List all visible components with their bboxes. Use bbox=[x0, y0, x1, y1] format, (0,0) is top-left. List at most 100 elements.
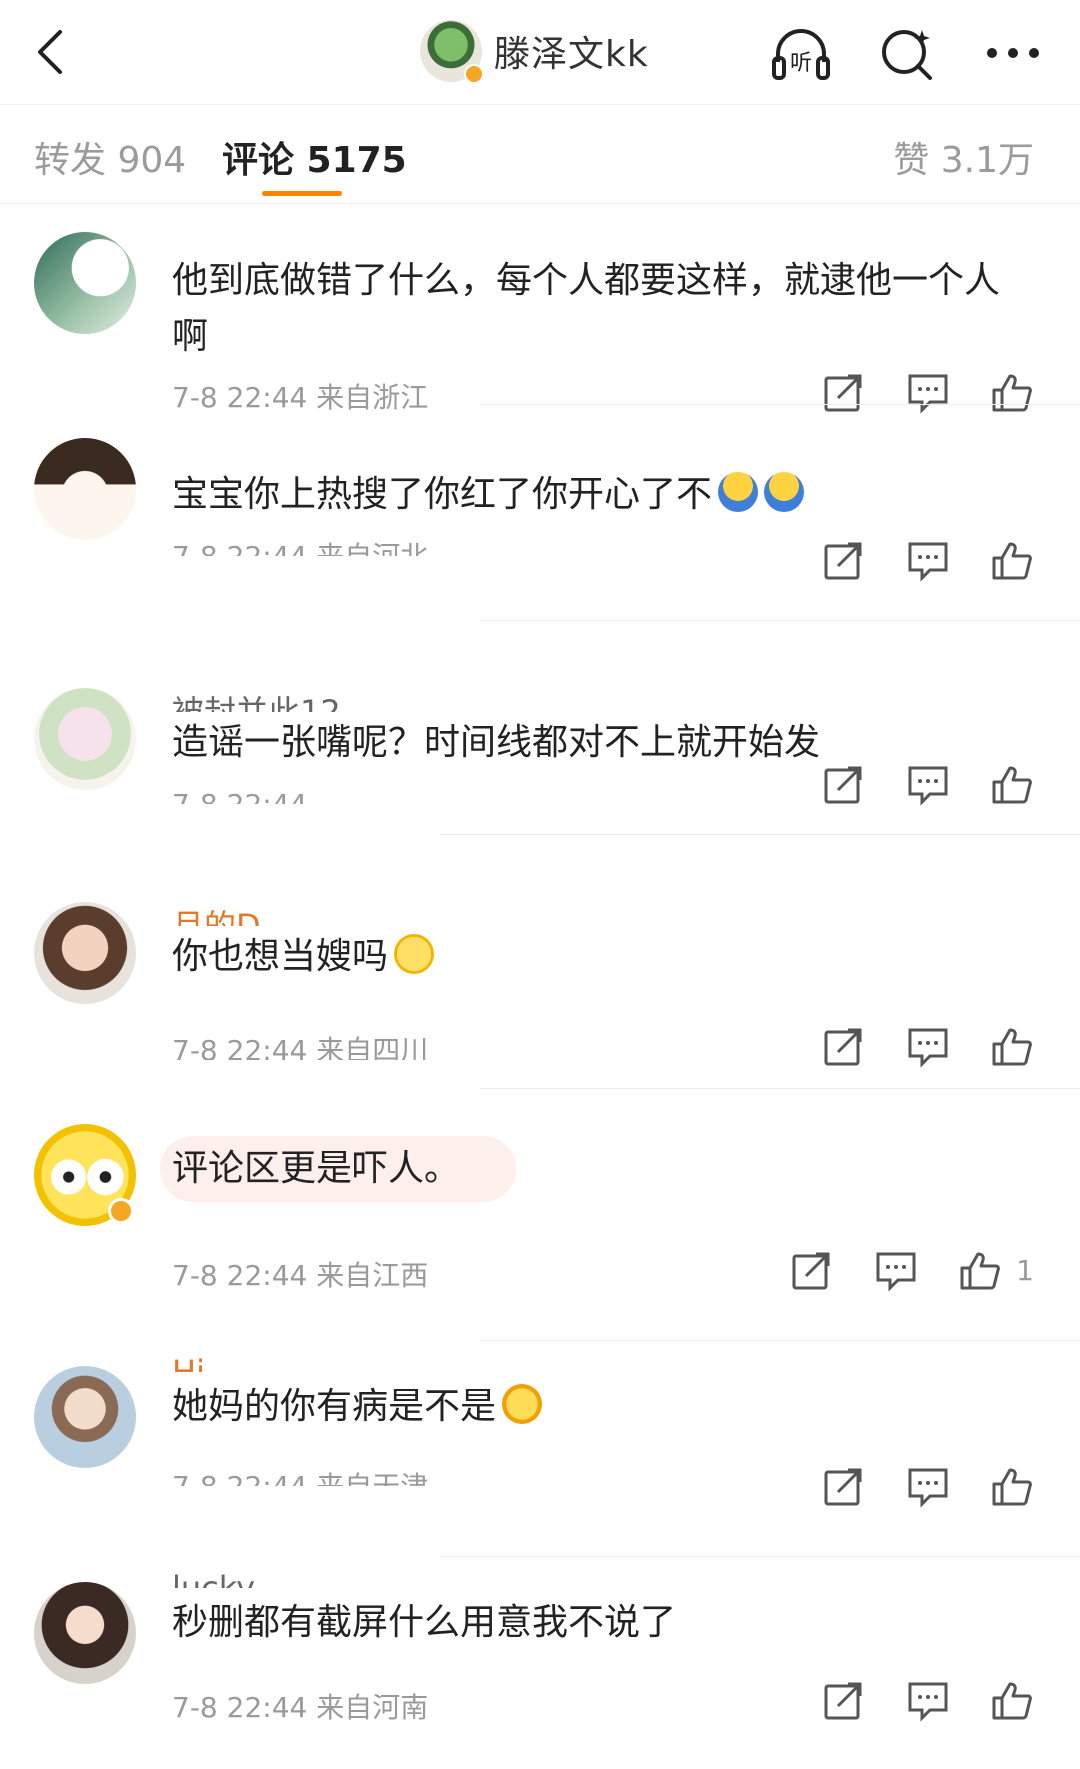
avatar[interactable] bbox=[34, 232, 136, 334]
share-button[interactable] bbox=[822, 762, 866, 806]
reply-button[interactable] bbox=[906, 762, 950, 806]
comment-text-body: 宝宝你上热搜了你红了你开心了不 bbox=[172, 474, 713, 515]
thumbs-up-icon bbox=[992, 1682, 1032, 1720]
more-button[interactable] bbox=[980, 20, 1046, 86]
author-avatar[interactable] bbox=[420, 20, 484, 84]
share-icon bbox=[824, 374, 862, 412]
comment-icon bbox=[908, 1028, 948, 1068]
share-button[interactable] bbox=[822, 1464, 866, 1508]
share-button[interactable] bbox=[822, 1024, 866, 1068]
comment-meta: 7-8 22:44 来自河北 bbox=[172, 540, 428, 556]
like-button[interactable] bbox=[990, 1024, 1034, 1068]
reply-button[interactable] bbox=[906, 1678, 950, 1722]
avatar[interactable] bbox=[34, 1366, 136, 1468]
divider bbox=[480, 1088, 1080, 1089]
comment-item: 宝宝你上热搜了你红了你开心了不 7-8 22:44 来自河北 bbox=[0, 420, 1080, 636]
listen-button[interactable]: 听 bbox=[768, 20, 834, 86]
avatar[interactable] bbox=[34, 902, 136, 1004]
comment-text: 宝宝你上热搜了你红了你开心了不 bbox=[172, 468, 805, 522]
like-count: 1 bbox=[1016, 1253, 1034, 1287]
comment-text-continued: 啊 bbox=[172, 316, 209, 357]
share-icon bbox=[824, 1682, 862, 1720]
like-button[interactable] bbox=[990, 762, 1034, 806]
avatar[interactable] bbox=[34, 1124, 136, 1226]
tab-comments[interactable]: 评论 5175 bbox=[222, 131, 407, 183]
comment-text-body: 她妈的你有病是不是 bbox=[172, 1386, 497, 1427]
comment-meta: 7-8 22:44 来自四川 bbox=[172, 1034, 429, 1060]
page-title-group[interactable]: 滕泽文kk bbox=[420, 16, 649, 86]
verified-badge-icon bbox=[108, 1198, 134, 1224]
like-button[interactable] bbox=[990, 1678, 1034, 1722]
chevron-left-icon bbox=[38, 30, 62, 74]
comment-text: 秒删都有截屏什么用意我不说了 bbox=[172, 1602, 677, 1643]
avatar[interactable] bbox=[34, 438, 136, 540]
comment-text-body: 你也想当嫂吗 bbox=[172, 936, 389, 977]
share-button[interactable] bbox=[822, 1678, 866, 1722]
comment-actions bbox=[822, 538, 1034, 582]
thumbs-up-icon bbox=[992, 542, 1032, 580]
search-icon bbox=[882, 30, 932, 80]
comment-text: 评论区更是吓人。 bbox=[172, 1148, 461, 1189]
top-actions: 听 bbox=[768, 20, 1046, 86]
top-bar: 滕泽文kk 听 bbox=[0, 0, 1080, 104]
comment-meta: 7-8 22:44 来自天津 bbox=[172, 1470, 428, 1486]
like-button[interactable] bbox=[990, 538, 1034, 582]
comment-item: 评论区更是吓人。 7-8 22:44 来自江西 1 bbox=[0, 1106, 1080, 1322]
comment-text: 他到底做错了什么，每个人都要这样，就逮他一个人 bbox=[172, 260, 1001, 301]
avatar[interactable] bbox=[34, 688, 136, 790]
share-button[interactable] bbox=[822, 538, 866, 582]
scream-emoji-icon bbox=[502, 1384, 543, 1424]
reply-button[interactable] bbox=[906, 1464, 950, 1508]
smile-emoji-icon bbox=[394, 934, 435, 974]
share-icon bbox=[824, 1468, 862, 1506]
tab-repost[interactable]: 转发 904 bbox=[34, 131, 186, 183]
like-button[interactable] bbox=[990, 370, 1034, 414]
thumbs-up-icon bbox=[992, 374, 1032, 412]
comment-icon bbox=[908, 542, 948, 582]
reply-button[interactable] bbox=[906, 1024, 950, 1068]
comment-actions bbox=[822, 1024, 1034, 1068]
tab-likes[interactable]: 赞 3.1万 bbox=[893, 131, 1034, 183]
divider bbox=[440, 1556, 1080, 1557]
comment-text: 造谣一张嘴呢？时间线都对不上就开始发 bbox=[172, 722, 821, 763]
comment-actions bbox=[822, 1678, 1034, 1722]
tab-bar: 转发 904 评论 5175 赞 3.1万 bbox=[0, 104, 1080, 204]
avatar[interactable] bbox=[34, 1582, 136, 1684]
page-title: 滕泽文kk bbox=[494, 34, 649, 75]
like-button[interactable] bbox=[958, 1248, 1002, 1292]
thumbs-up-icon bbox=[992, 1028, 1032, 1066]
reply-button[interactable] bbox=[906, 538, 950, 582]
back-button[interactable] bbox=[22, 22, 82, 82]
commenter-name[interactable]: Hi bbox=[172, 1350, 205, 1372]
reply-button[interactable] bbox=[906, 370, 950, 414]
commenter-name[interactable]: 被封并此12 bbox=[172, 690, 341, 712]
headphones-icon: 听 bbox=[772, 29, 830, 80]
comment-actions: 1 bbox=[790, 1248, 1034, 1292]
comment-actions bbox=[822, 1464, 1034, 1508]
hug-emoji-icon bbox=[718, 472, 759, 512]
comment-actions bbox=[822, 762, 1034, 806]
thumbs-up-icon bbox=[992, 766, 1032, 804]
comment-item: Hi 她妈的你有病是不是 7-8 22:44 来自天津 bbox=[0, 1350, 1080, 1566]
listen-label: 听 bbox=[790, 51, 812, 76]
share-icon bbox=[824, 542, 862, 580]
share-icon bbox=[824, 766, 862, 804]
comment-meta: 7-8 22:44 来自浙江 bbox=[172, 381, 429, 414]
divider bbox=[480, 620, 1080, 621]
divider bbox=[480, 404, 1080, 405]
thumbs-up-icon bbox=[960, 1252, 1001, 1290]
comment-meta: 7-8 22:44 来自江西 bbox=[172, 1259, 429, 1292]
share-button[interactable] bbox=[822, 370, 866, 414]
share-button[interactable] bbox=[790, 1248, 834, 1292]
more-dots-icon bbox=[987, 48, 1039, 58]
comment-meta: 7-8 22:44 bbox=[172, 788, 307, 804]
comment-meta: 7-8 22:44 来自河南 bbox=[172, 1691, 429, 1724]
comment-text: 她妈的你有病是不是 bbox=[172, 1380, 543, 1434]
commenter-name[interactable]: 月的D bbox=[172, 904, 261, 926]
comment-icon bbox=[908, 766, 948, 806]
commenter-name[interactable]: lucky bbox=[172, 1566, 255, 1588]
search-button[interactable] bbox=[874, 20, 940, 86]
reply-button[interactable] bbox=[874, 1248, 918, 1292]
comment-item: lucky 秒删都有截屏什么用意我不说了 7-8 22:44 来自河南 bbox=[0, 1566, 1080, 1769]
like-button[interactable] bbox=[990, 1464, 1034, 1508]
